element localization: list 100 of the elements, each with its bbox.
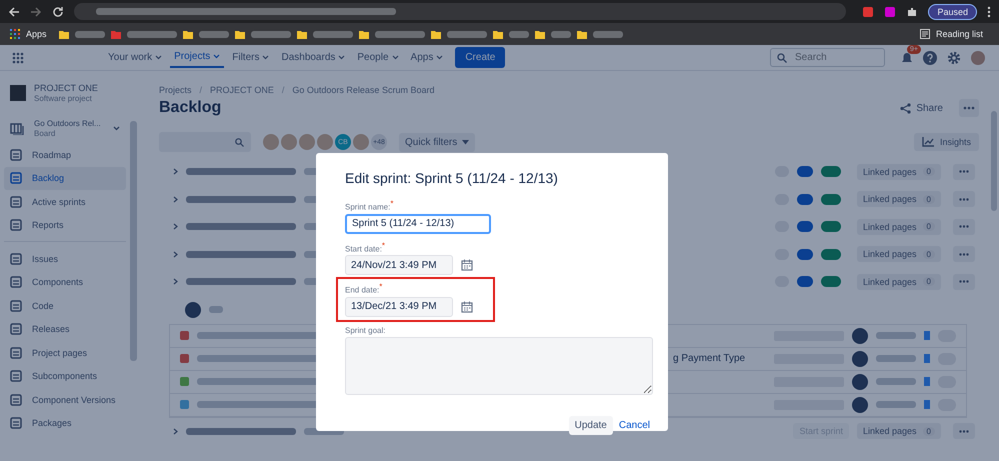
count-badge: 0	[922, 194, 935, 204]
linked-pages-button[interactable]: Linked pages 0	[857, 246, 941, 262]
count-badge: 0	[922, 167, 935, 176]
square-icon	[10, 323, 22, 336]
sidebar-item[interactable]: Roadmap	[4, 143, 126, 166]
project-logo	[10, 85, 26, 101]
sidebar-item[interactable]: Subcomponents	[4, 364, 126, 388]
insights-button[interactable]: Insights	[914, 133, 979, 151]
share-button[interactable]: Share	[900, 102, 943, 114]
folder-icon[interactable]	[492, 30, 503, 38]
story-points-badge	[821, 248, 841, 260]
calendar-icon[interactable]	[461, 300, 473, 313]
address-bar[interactable]	[74, 3, 846, 20]
sidebar-item[interactable]: Code	[4, 294, 126, 318]
more-button[interactable]	[953, 274, 975, 290]
nav-menu[interactable]: Filters	[228, 48, 274, 67]
folder-icon[interactable]	[534, 30, 545, 38]
square-icon	[10, 172, 22, 184]
breadcrumb-separator: /	[280, 85, 286, 95]
board-selector[interactable]: Go Outdoors Rel... Board	[4, 119, 126, 138]
search-field[interactable]: Search	[770, 48, 885, 67]
more-button[interactable]	[953, 164, 975, 180]
breadcrumb-link[interactable]: Go Outdoors Release Scrum Board	[292, 85, 434, 95]
nav-menu[interactable]: Dashboards	[277, 48, 350, 67]
folder-icon[interactable]	[182, 30, 193, 38]
bell-icon[interactable]	[901, 52, 913, 64]
nav-menu[interactable]: People	[353, 48, 403, 67]
update-button[interactable]: Update	[568, 416, 613, 435]
more-button[interactable]	[953, 218, 975, 235]
breadcrumb-separator: /	[198, 85, 204, 95]
blurred-text	[126, 30, 177, 38]
quick-filters-button[interactable]: Quick filters	[399, 132, 476, 152]
square-icon	[10, 394, 22, 406]
create-button[interactable]: Create	[455, 47, 506, 68]
linked-pages-button[interactable]: Linked pages 0	[857, 191, 941, 208]
chevron-right-icon[interactable]	[173, 196, 178, 203]
count-badge: 0	[922, 222, 935, 232]
folder-icon[interactable]	[358, 30, 369, 38]
avatar[interactable]	[971, 50, 985, 64]
date-field[interactable]: 24/Nov/21 3:49 PM	[345, 255, 453, 276]
nav-menu[interactable]: Apps	[406, 48, 448, 67]
search-input[interactable]: Search	[793, 51, 883, 64]
reading-list-icon[interactable]	[920, 29, 930, 39]
reload-icon[interactable]	[52, 6, 64, 18]
chevron-right-icon[interactable]	[173, 168, 178, 176]
sidebar-item[interactable]: Issues	[4, 247, 126, 270]
sidebar-item[interactable]: Backlog	[4, 166, 126, 190]
app-switcher-icon[interactable]	[12, 52, 24, 64]
folder-icon[interactable]	[430, 30, 441, 38]
profile-button[interactable]: Paused	[928, 4, 977, 20]
sidebar-item[interactable]: Components	[4, 270, 126, 294]
reading-list-link[interactable]: Reading list	[936, 29, 983, 39]
forward-icon[interactable]	[30, 6, 42, 18]
breadcrumb-link[interactable]: PROJECT ONE	[210, 85, 274, 95]
chevron-right-icon[interactable]	[173, 223, 178, 230]
calendar-icon[interactable]	[461, 259, 473, 272]
folder-icon[interactable]	[576, 30, 587, 38]
more-button[interactable]	[959, 99, 979, 117]
square-icon	[10, 417, 22, 430]
sidebar-item[interactable]: Active sprints	[4, 190, 126, 214]
more-button[interactable]	[953, 423, 975, 440]
folder-icon[interactable]	[296, 30, 307, 38]
sidebar-item[interactable]: Releases	[4, 318, 126, 341]
sidebar-item[interactable]: Project pages	[4, 341, 126, 364]
extension-icon[interactable]	[862, 6, 874, 18]
nav-menu[interactable]: Projects	[170, 47, 224, 68]
linked-pages-button[interactable]: Linked pages 0	[857, 164, 941, 180]
linked-pages-button[interactable]: Linked pages 0	[857, 218, 941, 235]
cancel-link[interactable]: Cancel	[618, 420, 650, 431]
bookmark-link[interactable]: Apps	[26, 29, 47, 39]
sidebar-item[interactable]: Reports	[4, 214, 126, 237]
board-icon	[10, 122, 24, 134]
back-icon[interactable]	[8, 6, 20, 18]
chevron-right-icon[interactable]	[173, 250, 178, 258]
avatar	[185, 302, 201, 318]
date-field[interactable]: 13/Dec/21 3:49 PM	[345, 296, 453, 317]
linked-pages-button[interactable]: Linked pages 0	[857, 274, 941, 290]
puzzle-icon[interactable]	[906, 6, 918, 18]
sidebar-item[interactable]: Component Versions	[4, 388, 126, 412]
more-button[interactable]	[953, 246, 975, 262]
search-icon	[235, 138, 244, 146]
sidebar-item[interactable]: Packages	[4, 412, 126, 435]
settings-icon[interactable]	[947, 50, 961, 64]
folder-icon[interactable]	[58, 30, 69, 38]
more-icon[interactable]	[987, 6, 991, 18]
linked-pages-button[interactable]: Linked pages 0	[857, 423, 941, 440]
breadcrumb-link[interactable]: Projects	[159, 85, 192, 95]
story-points-badge	[797, 194, 813, 205]
folder-icon[interactable]	[234, 30, 245, 38]
extension-icon[interactable]	[884, 6, 896, 18]
chevron-right-icon[interactable]	[173, 278, 178, 286]
help-icon[interactable]	[923, 50, 937, 64]
text-field[interactable]: Sprint 5 (11/24 - 12/13)	[345, 214, 491, 234]
chevron-right-icon[interactable]	[173, 428, 178, 435]
blurred-text	[198, 30, 229, 38]
count-badge: 0	[922, 426, 935, 436]
nav-menu[interactable]: Your work	[104, 48, 166, 67]
avatar	[852, 396, 868, 412]
search-field[interactable]	[159, 132, 251, 152]
more-button[interactable]	[953, 191, 975, 208]
